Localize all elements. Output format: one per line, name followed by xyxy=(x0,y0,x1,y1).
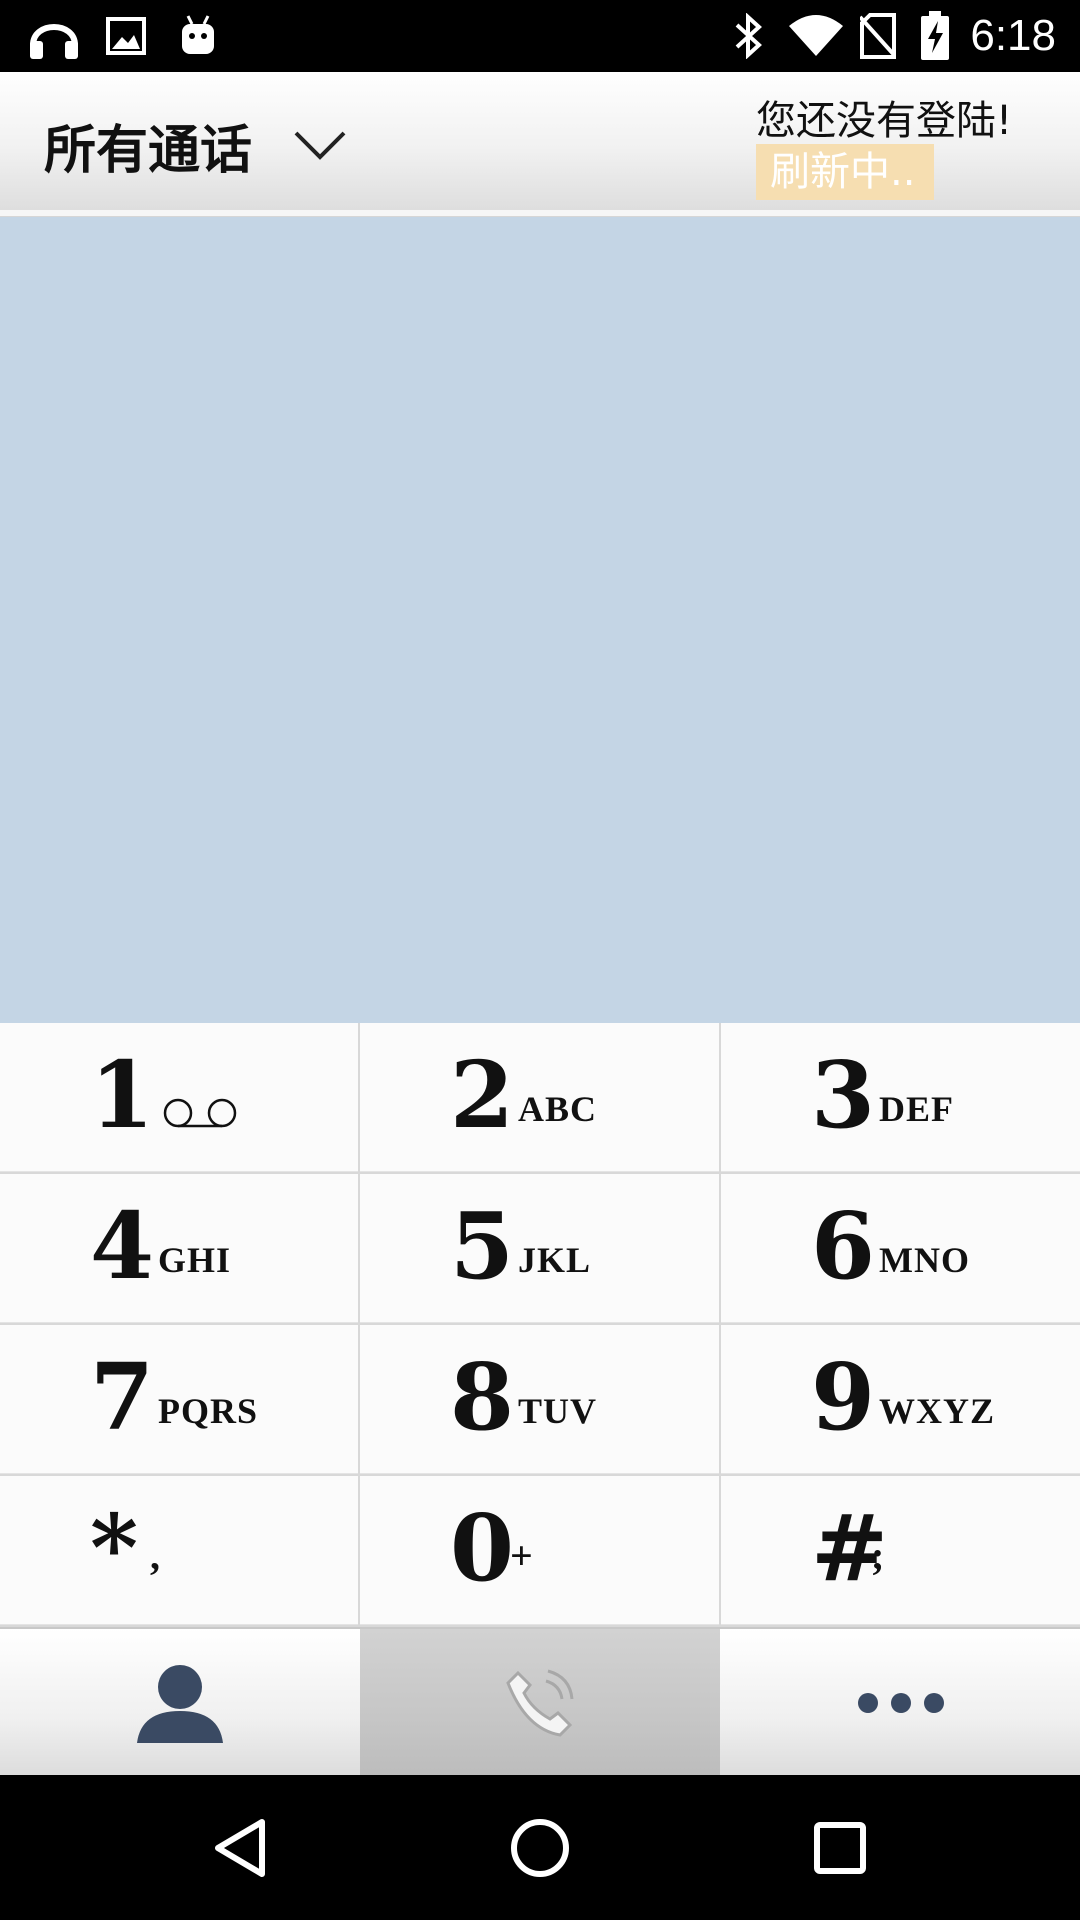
key-star[interactable]: * , xyxy=(0,1476,358,1625)
status-time: 6:18 xyxy=(970,11,1056,60)
key-letters: + xyxy=(510,1533,533,1578)
key-hash[interactable]: # ; xyxy=(721,1476,1080,1625)
key-4[interactable]: 4 GHI xyxy=(0,1174,358,1323)
key-letters: TUV xyxy=(518,1391,598,1431)
headphones-icon xyxy=(24,10,84,62)
key-8[interactable]: 8 TUV xyxy=(360,1325,719,1474)
status-bar: 6:18 xyxy=(0,0,1080,72)
call-filter-dropdown[interactable]: 所有通话 xyxy=(44,110,348,181)
key-7[interactable]: 7 PQRS xyxy=(0,1325,358,1474)
key-letters: PQRS xyxy=(158,1391,259,1431)
key-digit: 1 xyxy=(90,1041,155,1149)
key-digit: 9 xyxy=(811,1343,876,1451)
call-log-list[interactable] xyxy=(0,217,1080,1023)
phone-icon xyxy=(506,1669,574,1737)
refresh-status-badge: 刷新中.. xyxy=(756,144,934,200)
call-filter-title: 所有通话 xyxy=(44,120,253,181)
key-letters: DEF xyxy=(879,1089,954,1129)
nav-home-button[interactable] xyxy=(460,1775,620,1920)
key-letters: ; xyxy=(871,1533,885,1578)
key-letters: MNO xyxy=(879,1240,970,1280)
login-status-text: 您还没有登陆! xyxy=(756,98,1013,144)
battery-charging-icon xyxy=(918,10,952,62)
key-letters: GHI xyxy=(158,1240,232,1280)
key-9[interactable]: 9 WXYZ xyxy=(721,1325,1080,1474)
key-digit: 4 xyxy=(90,1192,155,1300)
chevron-down-icon xyxy=(294,131,346,160)
key-digit: * xyxy=(90,1494,139,1602)
image-icon xyxy=(104,10,148,62)
no-sim-icon xyxy=(858,10,898,62)
phone-screen: 6:18 所有通话 您还没有登陆! 刷新中.. 1 2 ABC 3 DEF 4 … xyxy=(0,0,1080,1920)
key-1[interactable]: 1 xyxy=(0,1023,358,1172)
key-letters: , xyxy=(150,1533,160,1578)
key-5[interactable]: 5 JKL xyxy=(360,1174,719,1323)
tab-contacts[interactable] xyxy=(0,1629,359,1777)
key-digit: 2 xyxy=(450,1041,515,1149)
android-icon xyxy=(176,10,220,62)
key-digit: 8 xyxy=(450,1343,515,1451)
key-digit: 0 xyxy=(450,1494,515,1602)
nav-recents-button[interactable] xyxy=(760,1775,920,1920)
system-navigation-bar xyxy=(0,1775,1080,1920)
header-bar: 所有通话 您还没有登陆! 刷新中.. xyxy=(0,72,1080,212)
voicemail-icon xyxy=(163,1098,237,1128)
nav-back-button[interactable] xyxy=(160,1775,320,1920)
key-digit: 6 xyxy=(811,1192,876,1300)
bluetooth-icon xyxy=(728,10,768,62)
tab-dialer[interactable] xyxy=(360,1629,720,1777)
key-letters: WXYZ xyxy=(879,1391,996,1431)
contacts-icon xyxy=(136,1665,223,1743)
key-letters: JKL xyxy=(518,1240,592,1280)
header-divider xyxy=(0,210,1080,217)
key-6[interactable]: 6 MNO xyxy=(721,1174,1080,1323)
key-letters: ABC xyxy=(518,1089,598,1129)
key-digit: 5 xyxy=(450,1192,515,1300)
wifi-icon xyxy=(786,10,846,62)
tab-more[interactable] xyxy=(721,1629,1080,1777)
key-0[interactable]: 0 + xyxy=(360,1476,719,1625)
key-2[interactable]: 2 ABC xyxy=(360,1023,719,1172)
key-3[interactable]: 3 DEF xyxy=(721,1023,1080,1172)
recents-square-icon xyxy=(814,1821,866,1874)
dial-keypad: 1 2 ABC 3 DEF 4 GHI 5 JKL 6 MNO 7 PQRS 8 xyxy=(0,1023,1080,1627)
home-circle-icon xyxy=(511,1818,569,1877)
bottom-tab-bar xyxy=(0,1627,1080,1777)
more-icon xyxy=(857,1693,944,1713)
key-digit: 3 xyxy=(811,1041,876,1149)
back-triangle-icon xyxy=(215,1818,265,1877)
key-digit: 7 xyxy=(90,1343,155,1451)
